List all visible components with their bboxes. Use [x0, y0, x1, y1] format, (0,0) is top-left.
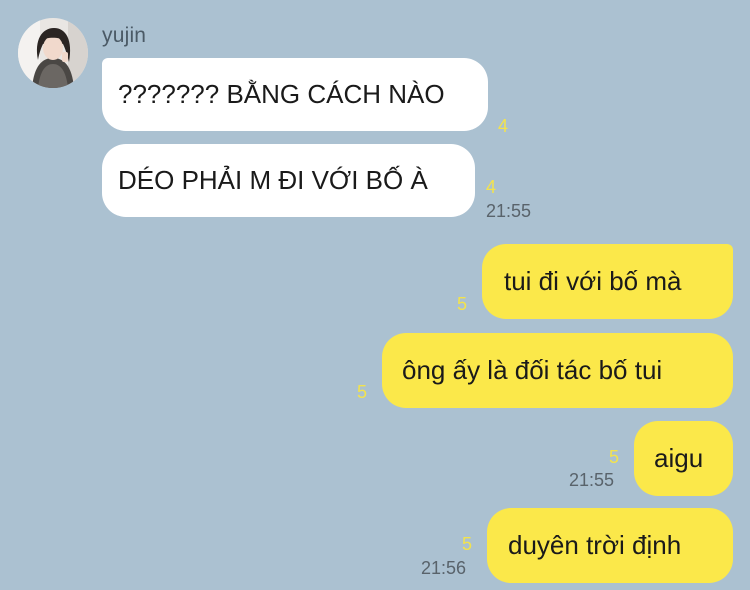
unread-count: 5 — [609, 447, 620, 467]
message-text: DÉO PHẢI M ĐI VỚI BỐ À — [118, 165, 428, 195]
incoming-message-bubble[interactable]: DÉO PHẢI M ĐI VỚI BỐ À — [102, 144, 475, 217]
outgoing-message-bubble[interactable]: ông ấy là đối tác bố tui — [382, 333, 733, 408]
unread-count: 5 — [462, 534, 473, 554]
outgoing-message-bubble[interactable]: aigu — [634, 421, 733, 496]
message-timestamp: 21:56 — [421, 558, 467, 578]
message-text: tui đi với bố mà — [504, 266, 682, 296]
unread-count: 5 — [357, 382, 368, 402]
unread-count: 4 — [486, 177, 497, 197]
unread-count: 5 — [457, 294, 468, 314]
incoming-message-bubble[interactable]: ??????? BẰNG CÁCH NÀO — [102, 58, 488, 131]
message-timestamp: 21:55 — [486, 201, 532, 221]
message-timestamp: 21:55 — [569, 470, 615, 490]
message-text: duyên trời định — [508, 530, 682, 560]
message-text: ??????? BẰNG CÁCH NÀO — [118, 79, 445, 109]
message-text: aigu — [654, 443, 704, 473]
profile-photo-icon — [18, 18, 88, 88]
unread-count: 4 — [498, 116, 509, 136]
sender-avatar[interactable] — [18, 18, 88, 88]
message-text: ông ấy là đối tác bố tui — [402, 355, 663, 385]
outgoing-message-bubble[interactable]: tui đi với bố mà — [482, 244, 733, 319]
sender-name: yujin — [102, 24, 147, 47]
outgoing-message-bubble[interactable]: duyên trời định — [487, 508, 733, 583]
